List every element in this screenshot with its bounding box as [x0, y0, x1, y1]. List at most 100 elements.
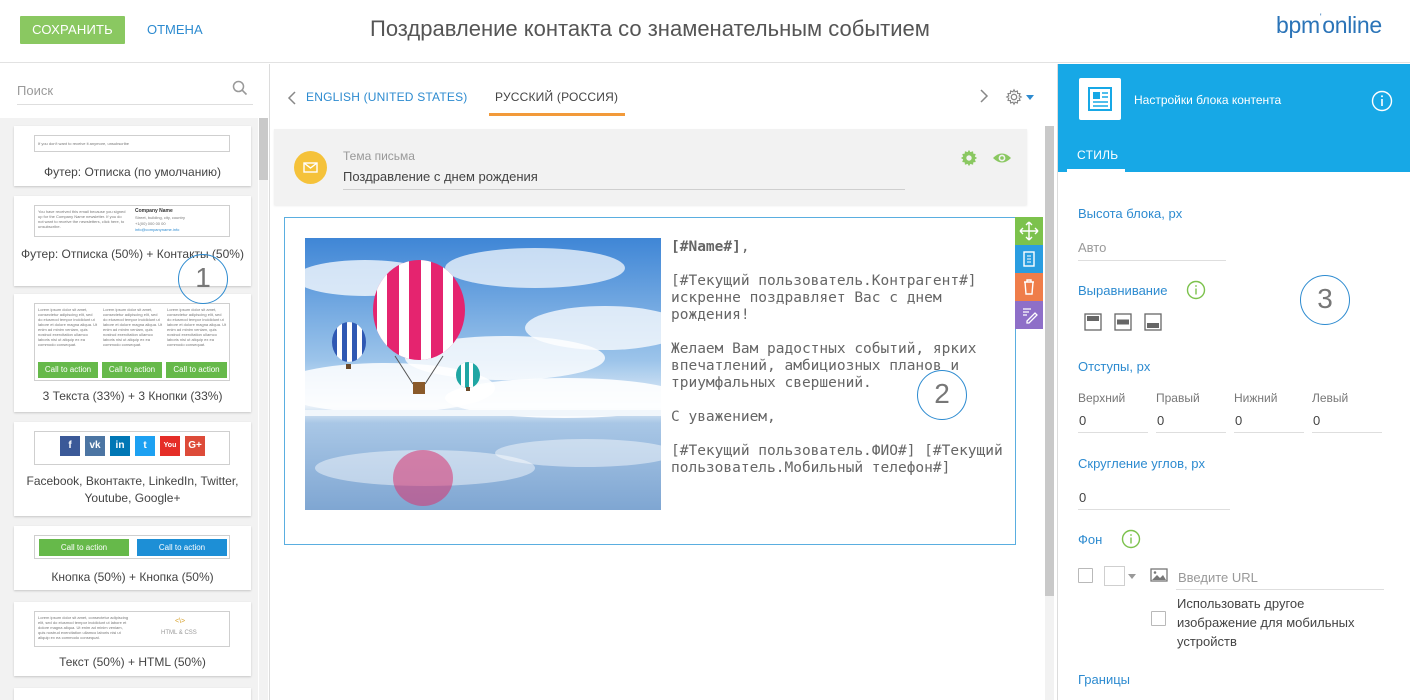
- settings-gear-icon[interactable]: [960, 149, 978, 167]
- mobile-image-label: Использовать другое изображение для моби…: [1177, 596, 1355, 649]
- letter-paragraph-1: [#Текущий пользователь.Контрагент#] искр…: [671, 273, 977, 323]
- letter-text[interactable]: [#Name#], [#Текущий пользователь.Контраг…: [671, 239, 1011, 494]
- align-top-icon[interactable]: [1084, 313, 1102, 331]
- blocks-scrollbar[interactable]: [259, 118, 268, 700]
- marker-3: 3: [1300, 275, 1350, 325]
- radius-input[interactable]: 0: [1079, 490, 1086, 505]
- background-label: Фон: [1078, 532, 1103, 547]
- preview-text-col-1: Lorem ipsum dolor sit amet, consectetur …: [38, 307, 98, 347]
- scroll-thumb[interactable]: [259, 118, 268, 180]
- align-middle-icon[interactable]: [1114, 313, 1132, 331]
- align-bottom-icon[interactable]: [1144, 313, 1162, 331]
- content-blocks-panel: If you don't want to receive it anymore,…: [0, 64, 270, 700]
- image-icon[interactable]: [1150, 568, 1168, 582]
- borders-label: Границы: [1078, 672, 1130, 687]
- block-card-partial[interactable]: [14, 688, 251, 700]
- letter-paragraph-4: [#Текущий пользователь.ФИО#] [#Текущий п…: [671, 443, 1003, 476]
- cancel-button[interactable]: ОТМЕНА: [147, 16, 203, 44]
- facebook-icon: f: [60, 436, 80, 456]
- eye-icon[interactable]: [992, 150, 1012, 166]
- padding-bottom-input[interactable]: 0: [1235, 413, 1242, 428]
- radius-label: Скругление углов, px: [1078, 456, 1205, 471]
- preview-company: Company Name: [135, 208, 173, 214]
- card-label: Facebook, Вконтакте, LinkedIn, Twitter, …: [26, 474, 239, 505]
- copy-icon[interactable]: [1015, 245, 1043, 273]
- preview-text: Lorem ipsum dolor sit amet, consectetur …: [38, 615, 129, 640]
- vkontakte-icon: vk: [85, 436, 105, 456]
- padding-left-underline: [1312, 432, 1382, 433]
- preview-cta-2: Call to action: [102, 362, 162, 378]
- preview-text: You have received this email because you…: [38, 209, 126, 229]
- chevron-right-icon[interactable]: [979, 89, 989, 103]
- padding-left-label: Левый: [1312, 391, 1349, 405]
- card-label: Текст (50%) + HTML (50%): [59, 655, 206, 669]
- mobile-image-checkbox[interactable]: [1151, 611, 1166, 626]
- padding-top-input[interactable]: 0: [1079, 413, 1086, 428]
- bpmonline-logo: bpm'online: [1276, 12, 1382, 39]
- logo-part-1: bpm: [1276, 12, 1320, 38]
- height-input[interactable]: Авто: [1078, 240, 1106, 255]
- block-card-2-buttons[interactable]: Call to action Call to action Кнопка (50…: [14, 526, 251, 590]
- block-card-text-html[interactable]: Lorem ipsum dolor sit amet, consectetur …: [14, 602, 251, 676]
- preview-cta-1: Call to action: [39, 539, 129, 556]
- google-plus-icon: G+: [185, 436, 205, 456]
- info-icon[interactable]: [1186, 280, 1206, 300]
- preview-address: Street, building, city, country: [135, 215, 185, 220]
- chevron-down-icon[interactable]: [1026, 95, 1034, 100]
- balloons-image[interactable]: [305, 238, 661, 510]
- move-icon[interactable]: [1015, 217, 1043, 245]
- edit-icon[interactable]: [1015, 301, 1043, 329]
- padding-label: Отступы, px: [1078, 359, 1151, 374]
- background-url-input[interactable]: Введите URL: [1178, 570, 1258, 585]
- html-tag-icon: <\>: [175, 618, 186, 625]
- language-tabs: ENGLISH (UNITED STATES) РУССКИЙ (РОССИЯ): [271, 64, 1056, 116]
- email-editor: ENGLISH (UNITED STATES) РУССКИЙ (РОССИЯ)…: [271, 64, 1056, 700]
- preview-text-col-3: Lorem ipsum dolor sit amet, consectetur …: [167, 307, 227, 347]
- block-card-social[interactable]: f vk in t You G+ Facebook, Вконтакте, Li…: [14, 422, 251, 516]
- subject-underline: [343, 189, 905, 190]
- search-box: [17, 77, 253, 105]
- align-label: Выравнивание: [1078, 283, 1168, 298]
- linkedin-icon: in: [110, 436, 130, 456]
- greeting-comma: ,: [740, 239, 750, 255]
- editor-scroll-thumb[interactable]: [1045, 126, 1054, 596]
- tab-style[interactable]: СТИЛЬ: [1077, 148, 1118, 162]
- subject-input[interactable]: Поздравление с днем рождения: [343, 169, 538, 184]
- card-preview: Lorem ipsum dolor sit amet, consectetur …: [34, 303, 230, 381]
- chevron-down-icon[interactable]: [1128, 574, 1136, 579]
- chevron-left-icon[interactable]: [287, 91, 297, 105]
- preview-text-col-2: Lorem ipsum dolor sit amet, consectetur …: [103, 307, 163, 347]
- content-block[interactable]: [#Name#], [#Текущий пользователь.Контраг…: [284, 217, 1016, 545]
- padding-bottom-underline: [1234, 432, 1304, 433]
- card-preview: If you don't want to receive it anymore,…: [34, 135, 230, 152]
- card-label: Кнопка (50%) + Кнопка (50%): [51, 570, 214, 584]
- block-card-footer-unsubscribe[interactable]: If you don't want to receive it anymore,…: [14, 126, 251, 186]
- padding-left-input[interactable]: 0: [1313, 413, 1320, 428]
- card-preview: Call to action Call to action: [34, 535, 230, 559]
- padding-bottom-label: Нижний: [1234, 391, 1278, 405]
- padding-right-input[interactable]: 0: [1157, 413, 1164, 428]
- preview-cta-3: Call to action: [166, 362, 227, 378]
- tab-english[interactable]: ENGLISH (UNITED STATES): [306, 90, 468, 104]
- block-toolbar: [1015, 217, 1043, 329]
- letter-greeting: [#Name#],: [671, 239, 1011, 256]
- info-icon[interactable]: [1121, 529, 1141, 549]
- name-macro: [#Name#]: [671, 239, 741, 255]
- info-icon[interactable]: [1371, 90, 1393, 112]
- content-block-icon: [1079, 78, 1121, 120]
- twitter-icon: t: [135, 436, 155, 456]
- settings-title: Настройки блока контента: [1134, 93, 1282, 107]
- tab-russian[interactable]: РУССКИЙ (РОССИЯ): [495, 90, 618, 104]
- email-canvas: Тема письма Поздравление с днем рождения: [274, 129, 1043, 700]
- trash-icon[interactable]: [1015, 273, 1043, 301]
- background-checkbox[interactable]: [1078, 568, 1093, 583]
- search-icon[interactable]: [232, 80, 248, 96]
- envelope-icon: [294, 151, 327, 184]
- padding-right-underline: [1156, 432, 1226, 433]
- search-input[interactable]: [17, 79, 222, 101]
- block-card-3-texts-3-buttons[interactable]: Lorem ipsum dolor sit amet, consectetur …: [14, 294, 251, 412]
- save-button[interactable]: СОХРАНИТЬ: [20, 16, 125, 44]
- color-swatch[interactable]: [1104, 566, 1125, 586]
- gear-icon[interactable]: [1005, 88, 1023, 106]
- preview-cta-2: Call to action: [137, 539, 227, 556]
